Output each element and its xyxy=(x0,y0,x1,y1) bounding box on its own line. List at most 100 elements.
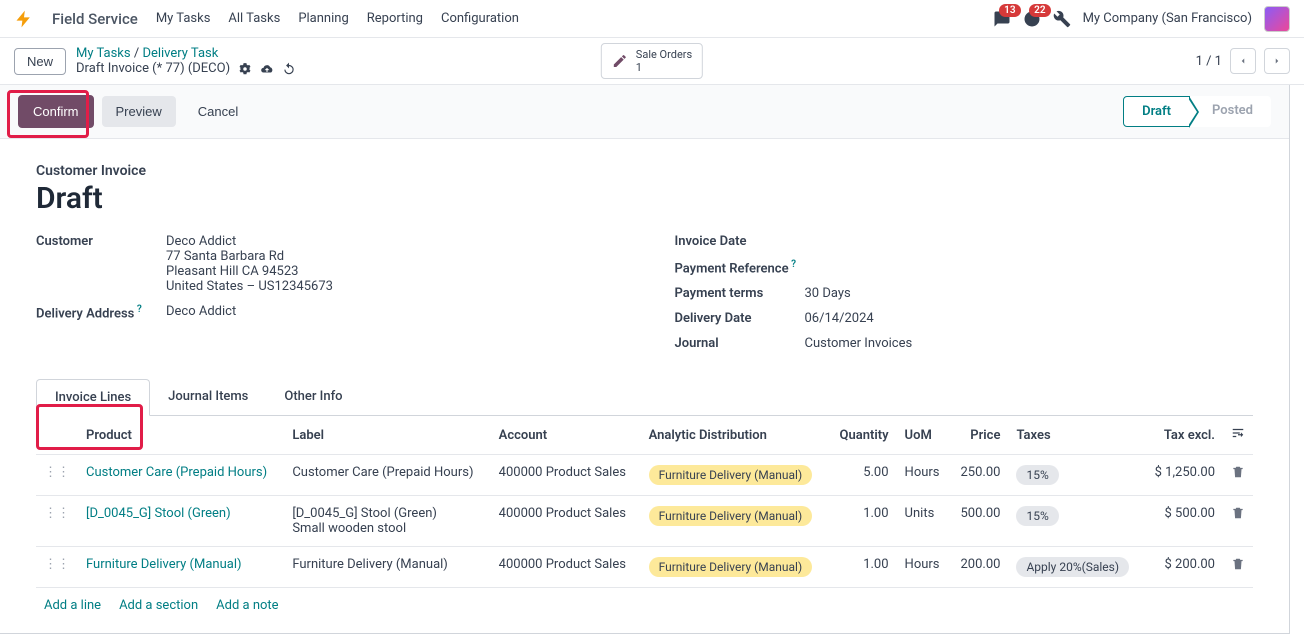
add-section[interactable]: Add a section xyxy=(119,598,198,613)
cell-analytic[interactable]: Furniture Delivery (Manual) xyxy=(641,496,829,547)
nav-all-tasks[interactable]: All Tasks xyxy=(228,11,280,26)
invoice-lines-table: Product Label Account Analytic Distribut… xyxy=(36,416,1253,588)
cell-product[interactable]: [D_0045_G] Stool (Green) xyxy=(78,496,284,547)
cell-account[interactable]: 400000 Product Sales xyxy=(491,455,641,496)
nav-my-tasks[interactable]: My Tasks xyxy=(156,11,211,26)
notebook-tabs: Invoice Lines Journal Items Other Info xyxy=(36,379,1253,416)
th-analytic[interactable]: Analytic Distribution xyxy=(641,416,829,455)
cell-delete[interactable] xyxy=(1223,455,1253,496)
chat-badge: 13 xyxy=(999,4,1020,17)
cell-taxes[interactable]: 15% xyxy=(1008,496,1143,547)
doc-type-label: Customer Invoice xyxy=(36,163,1253,179)
cell-uom[interactable]: Units xyxy=(897,496,950,547)
crumb-delivery-task[interactable]: Delivery Task xyxy=(142,46,218,61)
th-account[interactable]: Account xyxy=(491,416,641,455)
cell-taxes[interactable]: Apply 20%(Sales) xyxy=(1008,547,1143,588)
cell-label[interactable]: Furniture Delivery (Manual) xyxy=(284,547,490,588)
control-bar: New My Tasks / Delivery Task Draft Invoi… xyxy=(0,38,1304,85)
cell-price[interactable]: 250.00 xyxy=(950,455,1009,496)
journal-label: Journal xyxy=(675,336,805,351)
th-taxexcl[interactable]: Tax excl. xyxy=(1143,416,1223,455)
cell-uom[interactable]: Hours xyxy=(897,455,950,496)
confirm-button[interactable]: Confirm xyxy=(18,95,94,128)
table-row[interactable]: ⋮⋮ [D_0045_G] Stool (Green) [D_0045_G] S… xyxy=(36,496,1253,547)
pager-text[interactable]: 1 / 1 xyxy=(1196,54,1222,69)
tab-other-info[interactable]: Other Info xyxy=(266,379,360,415)
cell-qty[interactable]: 1.00 xyxy=(829,547,897,588)
tools-icon[interactable] xyxy=(1053,10,1071,28)
cancel-button[interactable]: Cancel xyxy=(184,96,252,127)
th-product[interactable]: Product xyxy=(78,416,284,455)
drag-handle-icon[interactable]: ⋮⋮ xyxy=(36,547,78,588)
record-title: Draft Invoice (* 77) (DECO) xyxy=(76,61,230,76)
crumb-my-tasks[interactable]: My Tasks xyxy=(76,46,131,61)
pager-prev[interactable] xyxy=(1230,48,1256,74)
th-price[interactable]: Price xyxy=(950,416,1009,455)
new-button[interactable]: New xyxy=(14,48,66,75)
status-posted[interactable]: Posted xyxy=(1190,96,1271,127)
chat-icon[interactable]: 13 xyxy=(993,10,1011,28)
journal-value[interactable]: Customer Invoices xyxy=(805,336,913,351)
cell-account[interactable]: 400000 Product Sales xyxy=(491,496,641,547)
options-icon[interactable] xyxy=(1231,426,1245,440)
cell-account[interactable]: 400000 Product Sales xyxy=(491,547,641,588)
help-icon[interactable]: ? xyxy=(134,304,141,315)
cell-taxexcl[interactable]: $ 200.00 xyxy=(1143,547,1223,588)
customer-label: Customer xyxy=(36,234,166,294)
smart-title: Sale Orders xyxy=(636,48,692,61)
nav-planning[interactable]: Planning xyxy=(298,11,348,26)
preview-button[interactable]: Preview xyxy=(102,96,176,127)
activities-badge: 22 xyxy=(1029,4,1050,17)
cell-delete[interactable] xyxy=(1223,547,1253,588)
delivery-date-value[interactable]: 06/14/2024 xyxy=(805,311,874,326)
delivery-date-label: Delivery Date xyxy=(675,311,805,326)
th-uom[interactable]: UoM xyxy=(897,416,950,455)
help-icon[interactable]: ? xyxy=(789,259,796,270)
drag-handle-icon[interactable]: ⋮⋮ xyxy=(36,455,78,496)
nav-configuration[interactable]: Configuration xyxy=(441,11,519,26)
cell-uom[interactable]: Hours xyxy=(897,547,950,588)
cell-product[interactable]: Customer Care (Prepaid Hours) xyxy=(78,455,284,496)
nav-reporting[interactable]: Reporting xyxy=(367,11,423,26)
app-title[interactable]: Field Service xyxy=(52,10,138,28)
cell-analytic[interactable]: Furniture Delivery (Manual) xyxy=(641,455,829,496)
trash-icon xyxy=(1231,465,1245,479)
drag-handle-icon[interactable]: ⋮⋮ xyxy=(36,496,78,547)
statusbar: Confirm Preview Cancel Draft Posted xyxy=(0,85,1289,139)
tab-journal-items[interactable]: Journal Items xyxy=(150,379,266,415)
cell-price[interactable]: 200.00 xyxy=(950,547,1009,588)
gear-icon[interactable] xyxy=(238,62,252,76)
cell-label[interactable]: [D_0045_G] Stool (Green)Small wooden sto… xyxy=(284,496,490,547)
delivery-address-value[interactable]: Deco Addict xyxy=(166,304,236,321)
cell-analytic[interactable]: Furniture Delivery (Manual) xyxy=(641,547,829,588)
cell-qty[interactable]: 5.00 xyxy=(829,455,897,496)
trash-icon xyxy=(1231,557,1245,571)
add-line[interactable]: Add a line xyxy=(44,598,101,613)
cell-product[interactable]: Furniture Delivery (Manual) xyxy=(78,547,284,588)
cloud-upload-icon[interactable] xyxy=(260,62,274,76)
cell-price[interactable]: 500.00 xyxy=(950,496,1009,547)
cell-taxes[interactable]: 15% xyxy=(1008,455,1143,496)
app-logo-icon xyxy=(14,9,34,29)
undo-icon[interactable] xyxy=(282,62,296,76)
cell-taxexcl[interactable]: $ 1,250.00 xyxy=(1143,455,1223,496)
cell-label[interactable]: Customer Care (Prepaid Hours) xyxy=(284,455,490,496)
pager-next[interactable] xyxy=(1264,48,1290,74)
cell-delete[interactable] xyxy=(1223,496,1253,547)
cell-taxexcl[interactable]: $ 500.00 xyxy=(1143,496,1223,547)
company-name[interactable]: My Company (San Francisco) xyxy=(1083,11,1252,26)
payment-terms-value[interactable]: 30 Days xyxy=(805,286,851,301)
add-note[interactable]: Add a note xyxy=(216,598,278,613)
th-quantity[interactable]: Quantity xyxy=(829,416,897,455)
table-row[interactable]: ⋮⋮ Furniture Delivery (Manual) Furniture… xyxy=(36,547,1253,588)
tab-invoice-lines[interactable]: Invoice Lines xyxy=(36,379,150,416)
activities-icon[interactable]: 22 xyxy=(1023,10,1041,28)
smart-button-sale-orders[interactable]: Sale Orders 1 xyxy=(601,43,703,79)
cell-qty[interactable]: 1.00 xyxy=(829,496,897,547)
customer-value[interactable]: Deco Addict 77 Santa Barbara Rd Pleasant… xyxy=(166,234,333,294)
table-row[interactable]: ⋮⋮ Customer Care (Prepaid Hours) Custome… xyxy=(36,455,1253,496)
th-label[interactable]: Label xyxy=(284,416,490,455)
status-draft[interactable]: Draft xyxy=(1123,96,1190,127)
th-taxes[interactable]: Taxes xyxy=(1008,416,1143,455)
avatar[interactable] xyxy=(1264,6,1290,32)
